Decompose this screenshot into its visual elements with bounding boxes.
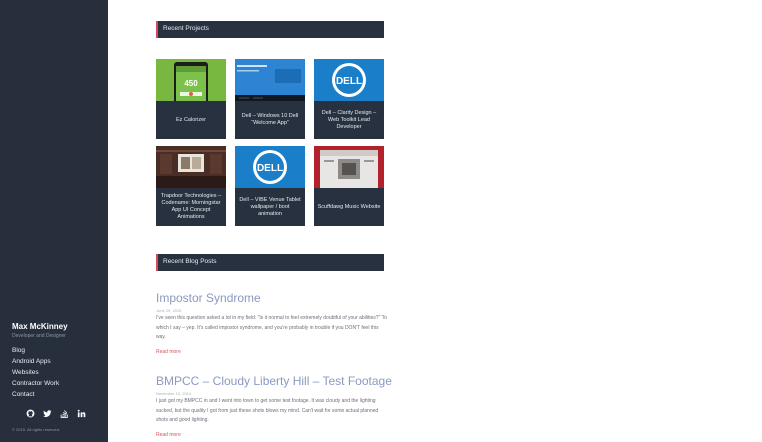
blog-post-date: November 13, 2014	[156, 391, 192, 396]
ez-calorizer-count: 450	[184, 79, 198, 88]
blog-post-excerpt: I've seen this question asked a lot in m…	[156, 315, 387, 340]
trapdoor-thumbnail	[156, 146, 226, 188]
project-caption: Dell – Windows 10 Dell “Welcome App”	[241, 113, 299, 126]
github-icon[interactable]	[26, 409, 35, 418]
read-more-link[interactable]: Read more	[156, 432, 181, 438]
sidebar: Max McKinney Developer and Designer Blog…	[0, 0, 108, 442]
recent-projects-heading: Recent Projects	[156, 21, 384, 38]
project-caption: Scuffdawg Music Website	[317, 203, 381, 210]
stackoverflow-icon[interactable]	[60, 409, 69, 418]
project-caption: Trapdoor Technologies – Codename: Mornin…	[160, 193, 222, 220]
scuffdawg-thumbnail	[314, 146, 384, 188]
recent-blog-posts-title: Recent Blog Posts	[163, 258, 217, 265]
site-tagline: Developer and Designer	[12, 333, 66, 339]
blog-post-date: June 29, 2015	[156, 308, 182, 313]
nav-item-blog[interactable]: Blog	[12, 345, 59, 356]
social-links	[26, 409, 86, 418]
dell-logo-thumbnail: DELL	[235, 146, 305, 188]
sidebar-nav: Blog Android Apps Websites Contractor Wo…	[12, 345, 59, 400]
nav-item-websites[interactable]: Websites	[12, 367, 59, 378]
blog-post-excerpt: I just got my BMPCC in and I went into t…	[156, 398, 379, 423]
project-caption: Ez Calorizer	[176, 116, 206, 123]
project-tile-scuffdawg[interactable]: Scuffdawg Music Website	[314, 146, 384, 226]
project-tile-trapdoor[interactable]: Trapdoor Technologies – Codename: Mornin…	[156, 146, 226, 226]
site-owner-name[interactable]: Max McKinney	[12, 322, 68, 331]
recent-projects-title: Recent Projects	[163, 25, 209, 32]
twitter-icon[interactable]	[43, 409, 52, 418]
project-caption: Dell – Clarity Design – Web Toolkit Lead…	[321, 109, 377, 130]
dell-logo-text: DELL	[336, 76, 362, 87]
project-tile-dell-vibe[interactable]: DELL Dell – VIBE Venue Tablet wallpaper …	[235, 146, 305, 226]
dell-logo-thumbnail: DELL	[314, 59, 384, 101]
blog-post-title[interactable]: BMPCC – Cloudy Liberty Hill – Test Foota…	[156, 374, 392, 388]
dell-welcome-app-thumbnail	[235, 59, 305, 101]
linkedin-icon[interactable]	[77, 409, 86, 418]
nav-item-android-apps[interactable]: Android Apps	[12, 356, 59, 367]
nav-item-contractor-work[interactable]: Contractor Work	[12, 378, 59, 389]
nav-item-contact[interactable]: Contact	[12, 389, 59, 400]
read-more-link[interactable]: Read more	[156, 349, 181, 355]
recent-blog-posts-heading: Recent Blog Posts	[156, 254, 384, 271]
project-tile-ez-calorizer[interactable]: 450 Ez Calorizer	[156, 59, 226, 139]
project-tile-dell-welcome-app[interactable]: Dell – Windows 10 Dell “Welcome App”	[235, 59, 305, 139]
blog-post-title[interactable]: Impostor Syndrome	[156, 291, 261, 305]
dell-logo-text: DELL	[257, 163, 283, 174]
project-caption: Dell – VIBE Venue Tablet wallpaper / boo…	[239, 196, 301, 217]
ez-calorizer-thumbnail: 450	[156, 59, 226, 104]
copyright-text: © 2015. All rights reserved.	[12, 427, 61, 432]
project-tile-dell-clarity[interactable]: DELL Dell – Clarity Design – Web Toolkit…	[314, 59, 384, 139]
